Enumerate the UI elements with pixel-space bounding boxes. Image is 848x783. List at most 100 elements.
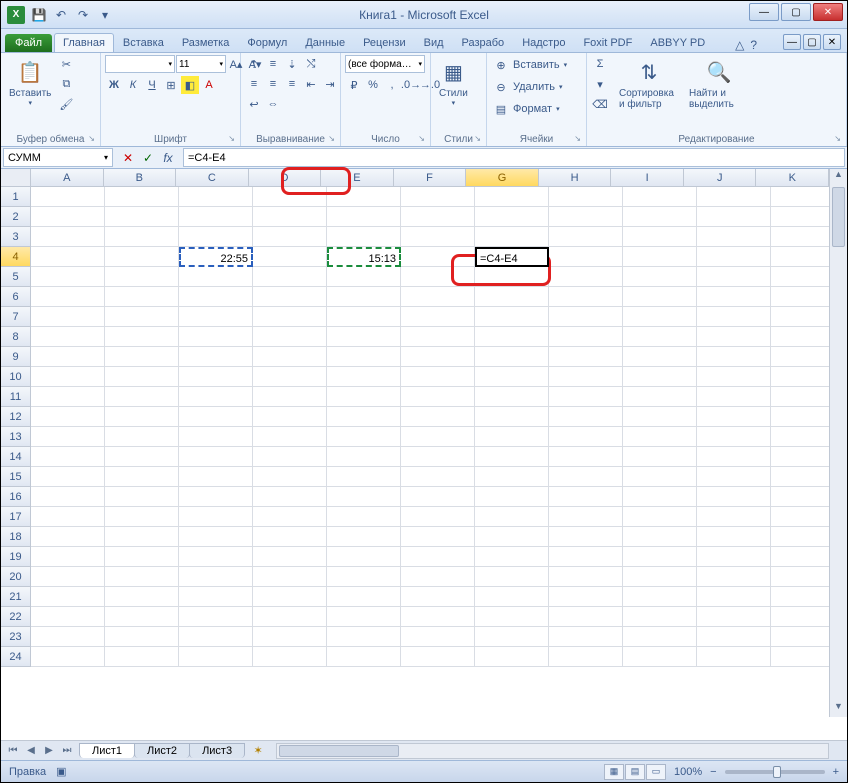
close-button[interactable]: ✕	[813, 3, 843, 21]
cell[interactable]	[401, 347, 475, 367]
cell[interactable]	[105, 227, 179, 247]
cell[interactable]	[327, 487, 401, 507]
column-header[interactable]: F	[394, 169, 467, 187]
cell[interactable]	[253, 427, 327, 447]
cell[interactable]	[475, 607, 549, 627]
align-left-button[interactable]: ≡	[245, 75, 263, 93]
cell[interactable]	[549, 227, 623, 247]
row-header[interactable]: 23	[1, 627, 31, 647]
column-header[interactable]: A	[31, 169, 104, 187]
row-header[interactable]: 10	[1, 367, 31, 387]
font-color-button[interactable]: A	[200, 76, 218, 94]
cell[interactable]	[179, 427, 253, 447]
tab-разметка[interactable]: Разметка	[173, 33, 239, 52]
cell[interactable]	[697, 427, 771, 447]
cell[interactable]	[327, 347, 401, 367]
cell[interactable]	[179, 407, 253, 427]
row-header[interactable]: 7	[1, 307, 31, 327]
clear-button[interactable]: ⌫	[591, 95, 609, 113]
cell[interactable]	[697, 327, 771, 347]
maximize-button[interactable]: ▢	[781, 3, 811, 21]
cell[interactable]	[697, 567, 771, 587]
column-header[interactable]: B	[104, 169, 177, 187]
cell[interactable]	[697, 287, 771, 307]
cell[interactable]	[31, 407, 105, 427]
bold-button[interactable]: Ж	[105, 76, 123, 94]
cell[interactable]	[253, 347, 327, 367]
zoom-knob[interactable]	[773, 766, 781, 778]
fill-button[interactable]: ▾	[591, 75, 609, 93]
indent-dec-button[interactable]: ⇤	[302, 75, 320, 93]
autosum-button[interactable]: Σ	[591, 55, 609, 73]
cell[interactable]	[475, 347, 549, 367]
cell[interactable]	[697, 607, 771, 627]
cell[interactable]	[179, 587, 253, 607]
cell[interactable]	[549, 327, 623, 347]
tab-надстро[interactable]: Надстро	[513, 33, 574, 52]
sort-filter-button[interactable]: ⇅ Сортировка и фильтр	[615, 55, 683, 113]
cell[interactable]	[401, 407, 475, 427]
tab-вид[interactable]: Вид	[415, 33, 453, 52]
cell[interactable]	[105, 547, 179, 567]
cell[interactable]	[549, 647, 623, 667]
cell[interactable]	[327, 567, 401, 587]
font-name-combo[interactable]: ▾	[105, 55, 175, 73]
cell[interactable]	[327, 507, 401, 527]
format-painter-button[interactable]: 🖌	[57, 95, 75, 113]
row-header[interactable]: 22	[1, 607, 31, 627]
scroll-up-button[interactable]: ▲	[830, 169, 847, 185]
tab-foxit pdf[interactable]: Foxit PDF	[574, 33, 641, 52]
cell[interactable]	[253, 647, 327, 667]
increase-decimal-button[interactable]: .0→	[402, 76, 420, 94]
cell[interactable]	[253, 587, 327, 607]
cell[interactable]	[475, 487, 549, 507]
row-header[interactable]: 13	[1, 427, 31, 447]
underline-button[interactable]: Ч	[143, 76, 161, 94]
cell[interactable]	[623, 647, 697, 667]
cell[interactable]	[253, 247, 327, 267]
tab-abbyy pd[interactable]: ABBYY PD	[641, 33, 714, 52]
cell[interactable]	[549, 267, 623, 287]
cell[interactable]	[179, 627, 253, 647]
formula-input[interactable]: =C4-E4	[183, 148, 845, 167]
view-mode-button[interactable]: ▤	[625, 764, 645, 780]
cell[interactable]	[253, 387, 327, 407]
help-icon[interactable]: ?	[750, 38, 757, 52]
cell[interactable]	[623, 467, 697, 487]
cell[interactable]	[179, 307, 253, 327]
cell[interactable]	[549, 247, 623, 267]
cell[interactable]	[327, 607, 401, 627]
cell[interactable]	[401, 447, 475, 467]
cell[interactable]	[327, 407, 401, 427]
cell[interactable]	[623, 227, 697, 247]
cell[interactable]	[179, 287, 253, 307]
cells-area[interactable]: 22:5515:13=C4-E4	[31, 187, 829, 717]
cell[interactable]	[475, 447, 549, 467]
cell[interactable]	[179, 207, 253, 227]
cell[interactable]	[401, 387, 475, 407]
cell[interactable]	[549, 367, 623, 387]
cell[interactable]	[475, 647, 549, 667]
italic-button[interactable]: К	[124, 76, 142, 94]
tab-разрабо[interactable]: Разрабо	[453, 33, 514, 52]
cell[interactable]	[105, 527, 179, 547]
cell[interactable]	[697, 207, 771, 227]
cut-button[interactable]: ✂	[57, 55, 75, 73]
cell[interactable]	[401, 467, 475, 487]
scroll-down-button[interactable]: ▼	[830, 701, 847, 717]
cell[interactable]	[105, 607, 179, 627]
cell[interactable]	[31, 527, 105, 547]
cell[interactable]	[549, 447, 623, 467]
active-cell[interactable]: =C4-E4	[475, 247, 549, 267]
currency-button[interactable]: ₽	[345, 76, 363, 94]
cell[interactable]	[697, 347, 771, 367]
align-middle-button[interactable]: ≡	[264, 55, 282, 73]
row-header[interactable]: 21	[1, 587, 31, 607]
cell[interactable]	[105, 307, 179, 327]
cell[interactable]	[31, 367, 105, 387]
cell[interactable]	[475, 567, 549, 587]
cell[interactable]	[327, 647, 401, 667]
hscroll-thumb[interactable]	[279, 745, 399, 757]
cell[interactable]	[475, 427, 549, 447]
cell[interactable]	[253, 467, 327, 487]
